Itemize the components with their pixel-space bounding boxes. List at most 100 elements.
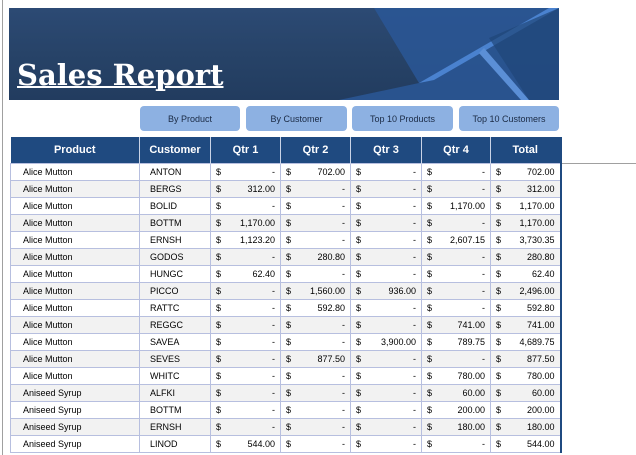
cell-qtr4[interactable]: $ - (421, 163, 491, 181)
cell-total[interactable]: $877.50 (490, 350, 561, 368)
cell-qtr1[interactable]: $1,170.00 (210, 214, 281, 232)
cell-product[interactable]: Alice Mutton (10, 214, 140, 232)
cell-total[interactable]: $1,170.00 (490, 214, 561, 232)
cell-total[interactable]: $280.80 (490, 248, 561, 266)
cell-qtr2[interactable]: $280.80 (280, 248, 351, 266)
cell-customer[interactable]: ALFKI (139, 384, 211, 402)
cell-product[interactable]: Alice Mutton (10, 231, 140, 249)
cell-qtr2[interactable]: $ - (280, 333, 351, 351)
cell-qtr1[interactable]: $ - (210, 418, 281, 436)
cell-customer[interactable]: ERNSH (139, 231, 211, 249)
cell-total[interactable]: $544.00 (490, 435, 561, 453)
cell-qtr4[interactable]: $780.00 (421, 367, 491, 385)
cell-qtr1[interactable]: $ - (210, 367, 281, 385)
cell-qtr4[interactable]: $ - (421, 214, 491, 232)
cell-total[interactable]: $180.00 (490, 418, 561, 436)
cell-total[interactable]: $60.00 (490, 384, 561, 402)
cell-qtr1[interactable]: $ - (210, 299, 281, 317)
cell-total[interactable]: $200.00 (490, 401, 561, 419)
cell-customer[interactable]: ERNSH (139, 418, 211, 436)
cell-product[interactable]: Alice Mutton (10, 299, 140, 317)
cell-product[interactable]: Alice Mutton (10, 265, 140, 283)
cell-total[interactable]: $3,730.35 (490, 231, 561, 249)
cell-product[interactable]: Aniseed Syrup (10, 384, 140, 402)
cell-product[interactable]: Alice Mutton (10, 163, 140, 181)
cell-qtr2[interactable]: $ - (280, 197, 351, 215)
cell-qtr4[interactable]: $ - (421, 265, 491, 283)
cell-customer[interactable]: GODOS (139, 248, 211, 266)
cell-qtr3[interactable]: $ - (350, 316, 422, 334)
cell-qtr4[interactable]: $ - (421, 299, 491, 317)
cell-qtr3[interactable]: $ - (350, 418, 422, 436)
top-10-customers-button[interactable]: Top 10 Customers (459, 106, 559, 131)
cell-product[interactable]: Alice Mutton (10, 350, 140, 368)
cell-customer[interactable]: BOLID (139, 197, 211, 215)
cell-qtr4[interactable]: $200.00 (421, 401, 491, 419)
cell-qtr2[interactable]: $ - (280, 401, 351, 419)
cell-qtr4[interactable]: $60.00 (421, 384, 491, 402)
cell-customer[interactable]: WHITC (139, 367, 211, 385)
cell-qtr1[interactable]: $312.00 (210, 180, 281, 198)
cell-qtr3[interactable]: $936.00 (350, 282, 422, 300)
cell-qtr3[interactable]: $ - (350, 180, 422, 198)
cell-product[interactable]: Aniseed Syrup (10, 435, 140, 453)
cell-qtr1[interactable]: $ - (210, 282, 281, 300)
cell-qtr3[interactable]: $ - (350, 435, 422, 453)
cell-customer[interactable]: LINOD (139, 435, 211, 453)
by-customer-button[interactable]: By Customer (246, 106, 347, 131)
cell-total[interactable]: $1,170.00 (490, 197, 561, 215)
cell-qtr2[interactable]: $702.00 (280, 163, 351, 181)
cell-qtr3[interactable]: $ - (350, 299, 422, 317)
cell-qtr4[interactable]: $ - (421, 248, 491, 266)
cell-qtr4[interactable]: $789.75 (421, 333, 491, 351)
cell-product[interactable]: Alice Mutton (10, 180, 140, 198)
cell-product[interactable]: Alice Mutton (10, 248, 140, 266)
cell-qtr4[interactable]: $2,607.15 (421, 231, 491, 249)
cell-total[interactable]: $592.80 (490, 299, 561, 317)
cell-qtr4[interactable]: $741.00 (421, 316, 491, 334)
cell-qtr4[interactable]: $ - (421, 282, 491, 300)
cell-qtr1[interactable]: $544.00 (210, 435, 281, 453)
cell-customer[interactable]: HUNGC (139, 265, 211, 283)
top-10-products-button[interactable]: Top 10 Products (352, 106, 453, 131)
cell-qtr1[interactable]: $62.40 (210, 265, 281, 283)
cell-total[interactable]: $741.00 (490, 316, 561, 334)
by-product-button[interactable]: By Product (140, 106, 240, 131)
cell-qtr4[interactable]: $1,170.00 (421, 197, 491, 215)
cell-qtr2[interactable]: $ - (280, 265, 351, 283)
cell-total[interactable]: $312.00 (490, 180, 561, 198)
cell-total[interactable]: $702.00 (490, 163, 561, 181)
cell-product[interactable]: Aniseed Syrup (10, 401, 140, 419)
cell-qtr2[interactable]: $ - (280, 384, 351, 402)
cell-total[interactable]: $62.40 (490, 265, 561, 283)
cell-qtr2[interactable]: $ - (280, 180, 351, 198)
column-header-qtr4[interactable]: Qtr 4 (421, 137, 491, 164)
cell-product[interactable]: Alice Mutton (10, 197, 140, 215)
cell-product[interactable]: Alice Mutton (10, 333, 140, 351)
cell-customer[interactable]: RATTC (139, 299, 211, 317)
cell-qtr1[interactable]: $ - (210, 316, 281, 334)
column-header-qtr2[interactable]: Qtr 2 (280, 137, 351, 164)
cell-qtr1[interactable]: $ - (210, 248, 281, 266)
column-header-product[interactable]: Product (10, 137, 140, 164)
cell-qtr2[interactable]: $ - (280, 367, 351, 385)
cell-qtr3[interactable]: $ - (350, 384, 422, 402)
cell-qtr2[interactable]: $ - (280, 435, 351, 453)
cell-customer[interactable]: PICCO (139, 282, 211, 300)
cell-qtr1[interactable]: $ - (210, 350, 281, 368)
cell-qtr3[interactable]: $ - (350, 367, 422, 385)
cell-qtr2[interactable]: $ - (280, 231, 351, 249)
cell-customer[interactable]: ANTON (139, 163, 211, 181)
cell-total[interactable]: $780.00 (490, 367, 561, 385)
cell-qtr2[interactable]: $1,560.00 (280, 282, 351, 300)
cell-qtr2[interactable]: $592.80 (280, 299, 351, 317)
cell-qtr3[interactable]: $ - (350, 214, 422, 232)
cell-qtr3[interactable]: $ - (350, 350, 422, 368)
cell-qtr3[interactable]: $ - (350, 163, 422, 181)
column-header-qtr3[interactable]: Qtr 3 (350, 137, 422, 164)
cell-qtr2[interactable]: $ - (280, 316, 351, 334)
column-header-customer[interactable]: Customer (139, 137, 211, 164)
cell-total[interactable]: $2,496.00 (490, 282, 561, 300)
cell-qtr4[interactable]: $ - (421, 435, 491, 453)
cell-customer[interactable]: BOTTM (139, 214, 211, 232)
